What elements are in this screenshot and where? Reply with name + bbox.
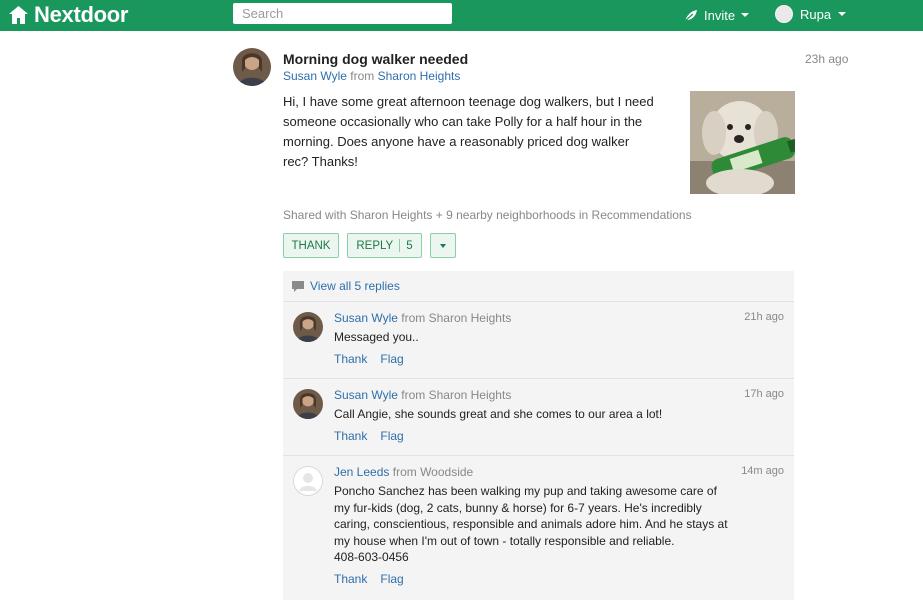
post-neighborhood-link[interactable]: Sharon Heights — [378, 69, 461, 83]
reply-label: REPLY — [356, 239, 394, 252]
reply-text: Call Angie, she sounds great and she com… — [334, 407, 663, 421]
reply-count: 5 — [406, 239, 413, 252]
leaf-icon — [684, 9, 697, 21]
reply-actions: Thank Flag — [334, 429, 404, 443]
reply-from: from Sharon Heights — [401, 388, 512, 402]
post-author-link[interactable]: Susan Wyle — [283, 69, 347, 83]
brand-name: Nextdoor — [34, 2, 129, 27]
top-nav-bar: Nextdoor Invite Rupa — [0, 0, 923, 31]
post-title[interactable]: Morning dog walker needed — [283, 51, 468, 67]
post-byline: Susan Wyle from Sharon Heights — [283, 69, 460, 83]
user-avatar — [775, 5, 793, 23]
thank-button[interactable]: THANK — [283, 233, 339, 258]
post-author-avatar[interactable] — [233, 48, 271, 86]
thank-label: THANK — [291, 239, 331, 252]
reply-timestamp: 21h ago — [744, 311, 784, 323]
more-options-button[interactable] — [430, 233, 456, 258]
chevron-down-icon — [440, 243, 446, 248]
post-body: Hi, I have some great afternoon teenage … — [283, 94, 654, 169]
reply-flag-link[interactable]: Flag — [380, 429, 403, 443]
reply-byline: Susan Wyle from Sharon Heights — [334, 311, 511, 325]
house-icon — [9, 6, 28, 24]
post-timestamp: 23h ago — [805, 52, 849, 66]
search-input[interactable] — [233, 3, 452, 24]
reply-from: from Sharon Heights — [401, 311, 512, 325]
reply-text-body: Poncho Sanchez has been walking my pup a… — [334, 484, 728, 548]
chevron-down-icon — [838, 12, 847, 16]
nextdoor-logo[interactable]: Nextdoor — [8, 2, 128, 28]
reply-item: Susan Wyle from Sharon Heights 21h ago M… — [283, 301, 794, 378]
reply-thank-link[interactable]: Thank — [334, 429, 367, 443]
replies-section: View all 5 replies Susan Wyle from Sharo… — [283, 271, 794, 600]
reply-actions: Thank Flag — [334, 572, 404, 586]
reply-thank-link[interactable]: Thank — [334, 352, 367, 366]
reply-byline: Susan Wyle from Sharon Heights — [334, 388, 511, 402]
reply-timestamp: 14m ago — [741, 465, 784, 477]
user-name: Rupa — [800, 6, 832, 22]
reply-item: Susan Wyle from Sharon Heights 17h ago C… — [283, 378, 794, 455]
reply-author-link[interactable]: Susan Wyle — [334, 388, 398, 402]
user-menu[interactable]: Rupa — [775, 4, 847, 24]
reply-actions: Thank Flag — [334, 352, 404, 366]
reply-author-link[interactable]: Susan Wyle — [334, 311, 398, 325]
post-shared-with: Shared with Sharon Heights + 9 nearby ne… — [283, 208, 692, 222]
reply-phone: 408-603-0456 — [334, 550, 409, 564]
reply-byline: Jen Leeds from Woodside — [334, 465, 473, 479]
reply-timestamp: 17h ago — [744, 388, 784, 400]
reply-item: Jen Leeds from Woodside 14m ago Poncho S… — [283, 455, 794, 600]
reply-flag-link[interactable]: Flag — [380, 572, 403, 586]
reply-flag-link[interactable]: Flag — [380, 352, 403, 366]
post-photo-dog[interactable] — [690, 91, 795, 194]
chevron-down-icon — [741, 13, 750, 17]
invite-label: Invite — [704, 7, 736, 23]
reply-author-avatar-placeholder[interactable] — [293, 466, 323, 496]
reply-author-avatar[interactable] — [293, 389, 323, 419]
reply-thank-link[interactable]: Thank — [334, 572, 367, 586]
view-all-replies[interactable]: View all 5 replies — [292, 279, 400, 293]
reply-from: from Woodside — [392, 465, 474, 479]
view-all-replies-label[interactable]: View all 5 replies — [310, 279, 400, 293]
invite-menu[interactable]: Invite — [684, 5, 750, 25]
reply-author-link[interactable]: Jen Leeds — [334, 465, 389, 479]
reply-button[interactable]: REPLY 5 — [347, 233, 422, 258]
reply-divider — [399, 239, 401, 252]
reply-text: Messaged you.. — [334, 330, 419, 344]
from-word: from — [350, 69, 375, 83]
reply-text: Poncho Sanchez has been walking my pup a… — [334, 483, 729, 566]
reply-author-avatar[interactable] — [293, 312, 323, 342]
comment-icon — [292, 280, 304, 292]
